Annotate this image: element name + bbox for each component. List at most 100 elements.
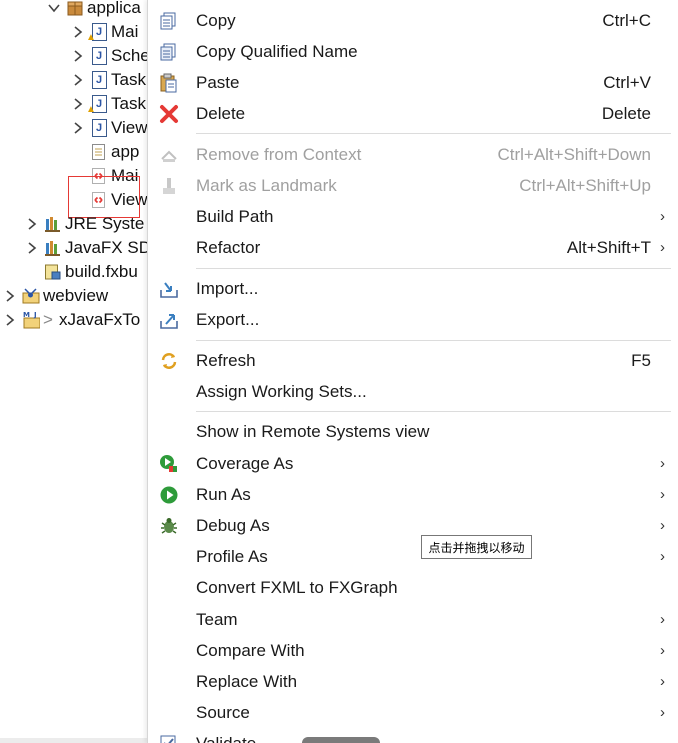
tree-item-java-file[interactable]: J Sche <box>72 44 150 68</box>
chevron-right-icon[interactable] <box>26 218 38 230</box>
menu-item-refactor[interactable]: Refactor Alt+Shift+T › <box>148 232 678 263</box>
tree-item-label: Task <box>111 94 146 113</box>
chevron-right-icon[interactable] <box>72 122 84 134</box>
chevron-right-icon[interactable] <box>72 50 84 62</box>
menu-item-label: Refresh <box>196 350 256 370</box>
submenu-arrow-icon: › <box>660 673 665 690</box>
paste-icon <box>158 72 180 94</box>
tree-item-label: Task <box>111 70 146 89</box>
menu-item-copy[interactable]: Copy Ctrl+C <box>148 5 678 36</box>
screenshot-tool-handle[interactable] <box>302 737 380 743</box>
menu-item-validate[interactable]: Validate <box>148 728 678 743</box>
submenu-arrow-icon: › <box>660 455 665 472</box>
library-icon <box>44 215 62 233</box>
menu-item-label: Convert FXML to FXGraph <box>196 577 398 597</box>
copy-icon <box>158 10 180 32</box>
tree-item-java-file[interactable]: J Task <box>72 68 146 92</box>
menu-item-show-in-remote-systems[interactable]: Show in Remote Systems view <box>148 416 678 447</box>
menu-item-shortcut: Ctrl+Alt+Shift+Up <box>519 175 651 195</box>
chevron-right-icon[interactable] <box>4 314 16 326</box>
css-file-icon <box>90 143 108 161</box>
chevron-right-icon[interactable] <box>72 26 84 38</box>
menu-item-debug-as[interactable]: Debug As › <box>148 510 678 541</box>
menu-item-label: Copy Qualified Name <box>196 41 358 61</box>
import-icon <box>158 278 180 300</box>
tree-item-label: JRE Syste <box>65 214 145 233</box>
menu-item-export[interactable]: Export... <box>148 304 678 335</box>
tree-item-project[interactable]: webview <box>4 284 108 308</box>
java-file-icon: J <box>90 71 108 89</box>
tree-item-maven-project[interactable]: MJ > xJavaFxTo <box>4 308 140 332</box>
tree-item-label: Mai <box>111 22 139 41</box>
submenu-arrow-icon: › <box>660 486 665 503</box>
submenu-arrow-icon: › <box>660 611 665 628</box>
menu-item-run-as[interactable]: Run As › <box>148 479 678 510</box>
menu-item-import[interactable]: Import... <box>148 273 678 304</box>
java-file-icon: J ▲ <box>86 95 108 115</box>
delete-icon <box>158 103 180 125</box>
menu-item-build-path[interactable]: Build Path › <box>148 201 678 232</box>
menu-separator <box>196 268 671 269</box>
menu-item-team[interactable]: Team › <box>148 604 678 635</box>
tree-bottom-scrollbar-strip <box>0 738 147 743</box>
menu-item-label: Import... <box>196 278 259 298</box>
warning-icon: ▲ <box>86 32 96 43</box>
library-icon <box>44 239 62 257</box>
menu-item-coverage-as[interactable]: Coverage As › <box>148 448 678 479</box>
menu-item-replace-with[interactable]: Replace With › <box>148 666 678 697</box>
menu-item-profile-as[interactable]: Profile As › <box>148 541 678 572</box>
chevron-down-icon[interactable] <box>48 2 60 14</box>
tree-item-application-package[interactable]: applica <box>48 0 141 20</box>
svg-text:J: J <box>33 311 37 319</box>
tree-item-label: JavaFX SD <box>65 238 151 257</box>
debug-bug-icon <box>158 515 180 537</box>
export-icon <box>158 309 180 331</box>
menu-item-label: Delete <box>196 103 246 123</box>
menu-item-label: Remove from Context <box>196 144 362 164</box>
menu-item-mark-as-landmark[interactable]: Mark as Landmark Ctrl+Alt+Shift+Up <box>148 170 678 201</box>
chevron-right-icon[interactable] <box>4 290 16 302</box>
menu-item-source[interactable]: Source › <box>148 697 678 728</box>
tree-item-label: Sche <box>111 46 150 65</box>
menu-item-label: Assign Working Sets... <box>196 381 367 401</box>
submenu-arrow-icon: › <box>660 548 665 565</box>
menu-item-label: Team <box>196 609 238 629</box>
menu-item-shortcut: Ctrl+V <box>603 72 651 92</box>
menu-item-label: Export... <box>196 309 260 329</box>
menu-item-shortcut: Ctrl+C <box>602 10 651 30</box>
menu-separator <box>196 340 671 341</box>
menu-item-label: Copy <box>196 10 236 30</box>
menu-item-paste[interactable]: Paste Ctrl+V <box>148 67 678 98</box>
java-file-icon: J ▲ <box>86 23 108 43</box>
menu-item-label: Debug As <box>196 515 270 535</box>
tree-item-label: View <box>111 118 148 137</box>
run-icon <box>158 484 180 506</box>
tree-item-java-file[interactable]: J View <box>72 116 148 140</box>
menu-separator <box>196 133 671 134</box>
menu-item-delete[interactable]: Delete Delete <box>148 98 678 129</box>
tree-item-library[interactable]: JRE Syste <box>26 212 144 236</box>
svg-text:M: M <box>23 311 30 319</box>
chevron-right-icon[interactable] <box>72 98 84 110</box>
remove-context-icon <box>158 144 180 166</box>
menu-item-remove-from-context[interactable]: Remove from Context Ctrl+Alt+Shift+Down <box>148 139 678 170</box>
tree-item-library[interactable]: JavaFX SD <box>26 236 151 260</box>
tree-item-css-file[interactable]: app <box>90 140 139 164</box>
java-file-icon: J <box>90 119 108 137</box>
refresh-icon <box>158 350 180 372</box>
tree-item-java-file[interactable]: J ▲ Mai <box>72 20 138 44</box>
drag-to-move-tooltip: 点击并拖拽以移动 <box>421 535 532 559</box>
tree-item-java-file[interactable]: J ▲ Task <box>72 92 146 116</box>
build-file-icon <box>44 263 62 281</box>
tree-item-build-file[interactable]: build.fxbu <box>44 260 138 284</box>
menu-item-convert-fxml[interactable]: Convert FXML to FXGraph <box>148 572 678 603</box>
chevron-right-icon[interactable] <box>26 242 38 254</box>
menu-item-refresh[interactable]: Refresh F5 <box>148 345 678 376</box>
project-icon <box>22 287 40 305</box>
submenu-arrow-icon: › <box>660 642 665 659</box>
menu-item-copy-qualified-name[interactable]: Copy Qualified Name <box>148 36 678 67</box>
chevron-right-icon[interactable] <box>72 74 84 86</box>
menu-item-compare-with[interactable]: Compare With › <box>148 635 678 666</box>
menu-item-assign-working-sets[interactable]: Assign Working Sets... <box>148 376 678 407</box>
tree-item-label: webview <box>43 286 109 305</box>
